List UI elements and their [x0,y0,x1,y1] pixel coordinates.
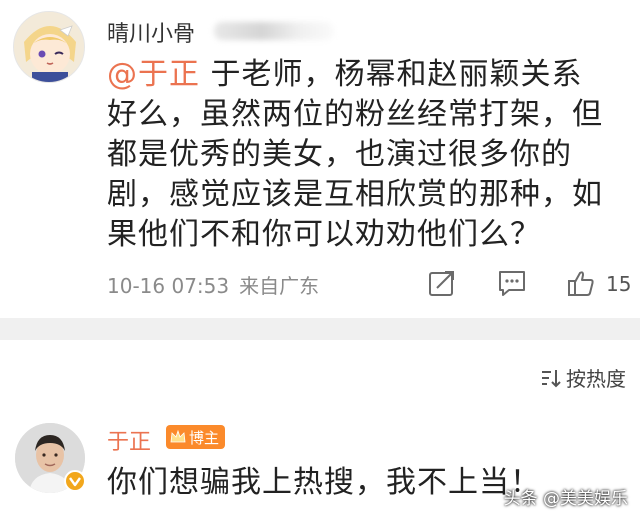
verified-badge-icon [64,470,86,492]
user-avatar[interactable] [13,11,85,83]
watermark: 头条 @美美娱乐 [503,489,628,509]
crown-icon [170,429,186,443]
like-count: 15 [606,272,632,296]
timestamp: 10-16 07:53 [107,274,230,298]
weibo-comment-screenshot: 晴川小骨 @于正 于老师，杨幂和赵丽颖关系好么，虽然两位的粉丝经常打架，但都是优… [0,0,640,516]
verified-v-icon [69,477,81,487]
mention-link[interactable]: @于正 [107,57,200,92]
source-location: 来自广东 [239,274,320,298]
comment-icon[interactable] [497,268,527,298]
share-icon[interactable] [427,268,457,298]
sort-label: 按热度 [566,367,626,391]
blogger-tag: 博主 [166,425,226,449]
anime-avatar-icon [14,12,84,82]
sort-icon [542,369,561,387]
comment-meta: 10-16 07:53 来自广东 [107,270,329,299]
section-divider [0,318,640,340]
username[interactable]: 晴川小骨 [107,16,195,48]
reply-text: 你们想骗我上热搜，我不上当！ [107,465,541,500]
sort-by-hot-button[interactable]: 按热度 [540,363,626,392]
reply-username[interactable]: 于正 [107,424,151,456]
comment-post: 晴川小骨 @于正 于老师，杨幂和赵丽颖关系好么，虽然两位的粉丝经常打架，但都是优… [0,0,640,318]
thumbs-up-icon[interactable] [566,268,596,298]
blogger-tag-label: 博主 [189,428,220,447]
comment-text: @于正 于老师，杨幂和赵丽颖关系好么，虽然两位的粉丝经常打架，但都是优秀的美女，… [107,55,607,255]
blurred-username-suffix [214,22,334,40]
